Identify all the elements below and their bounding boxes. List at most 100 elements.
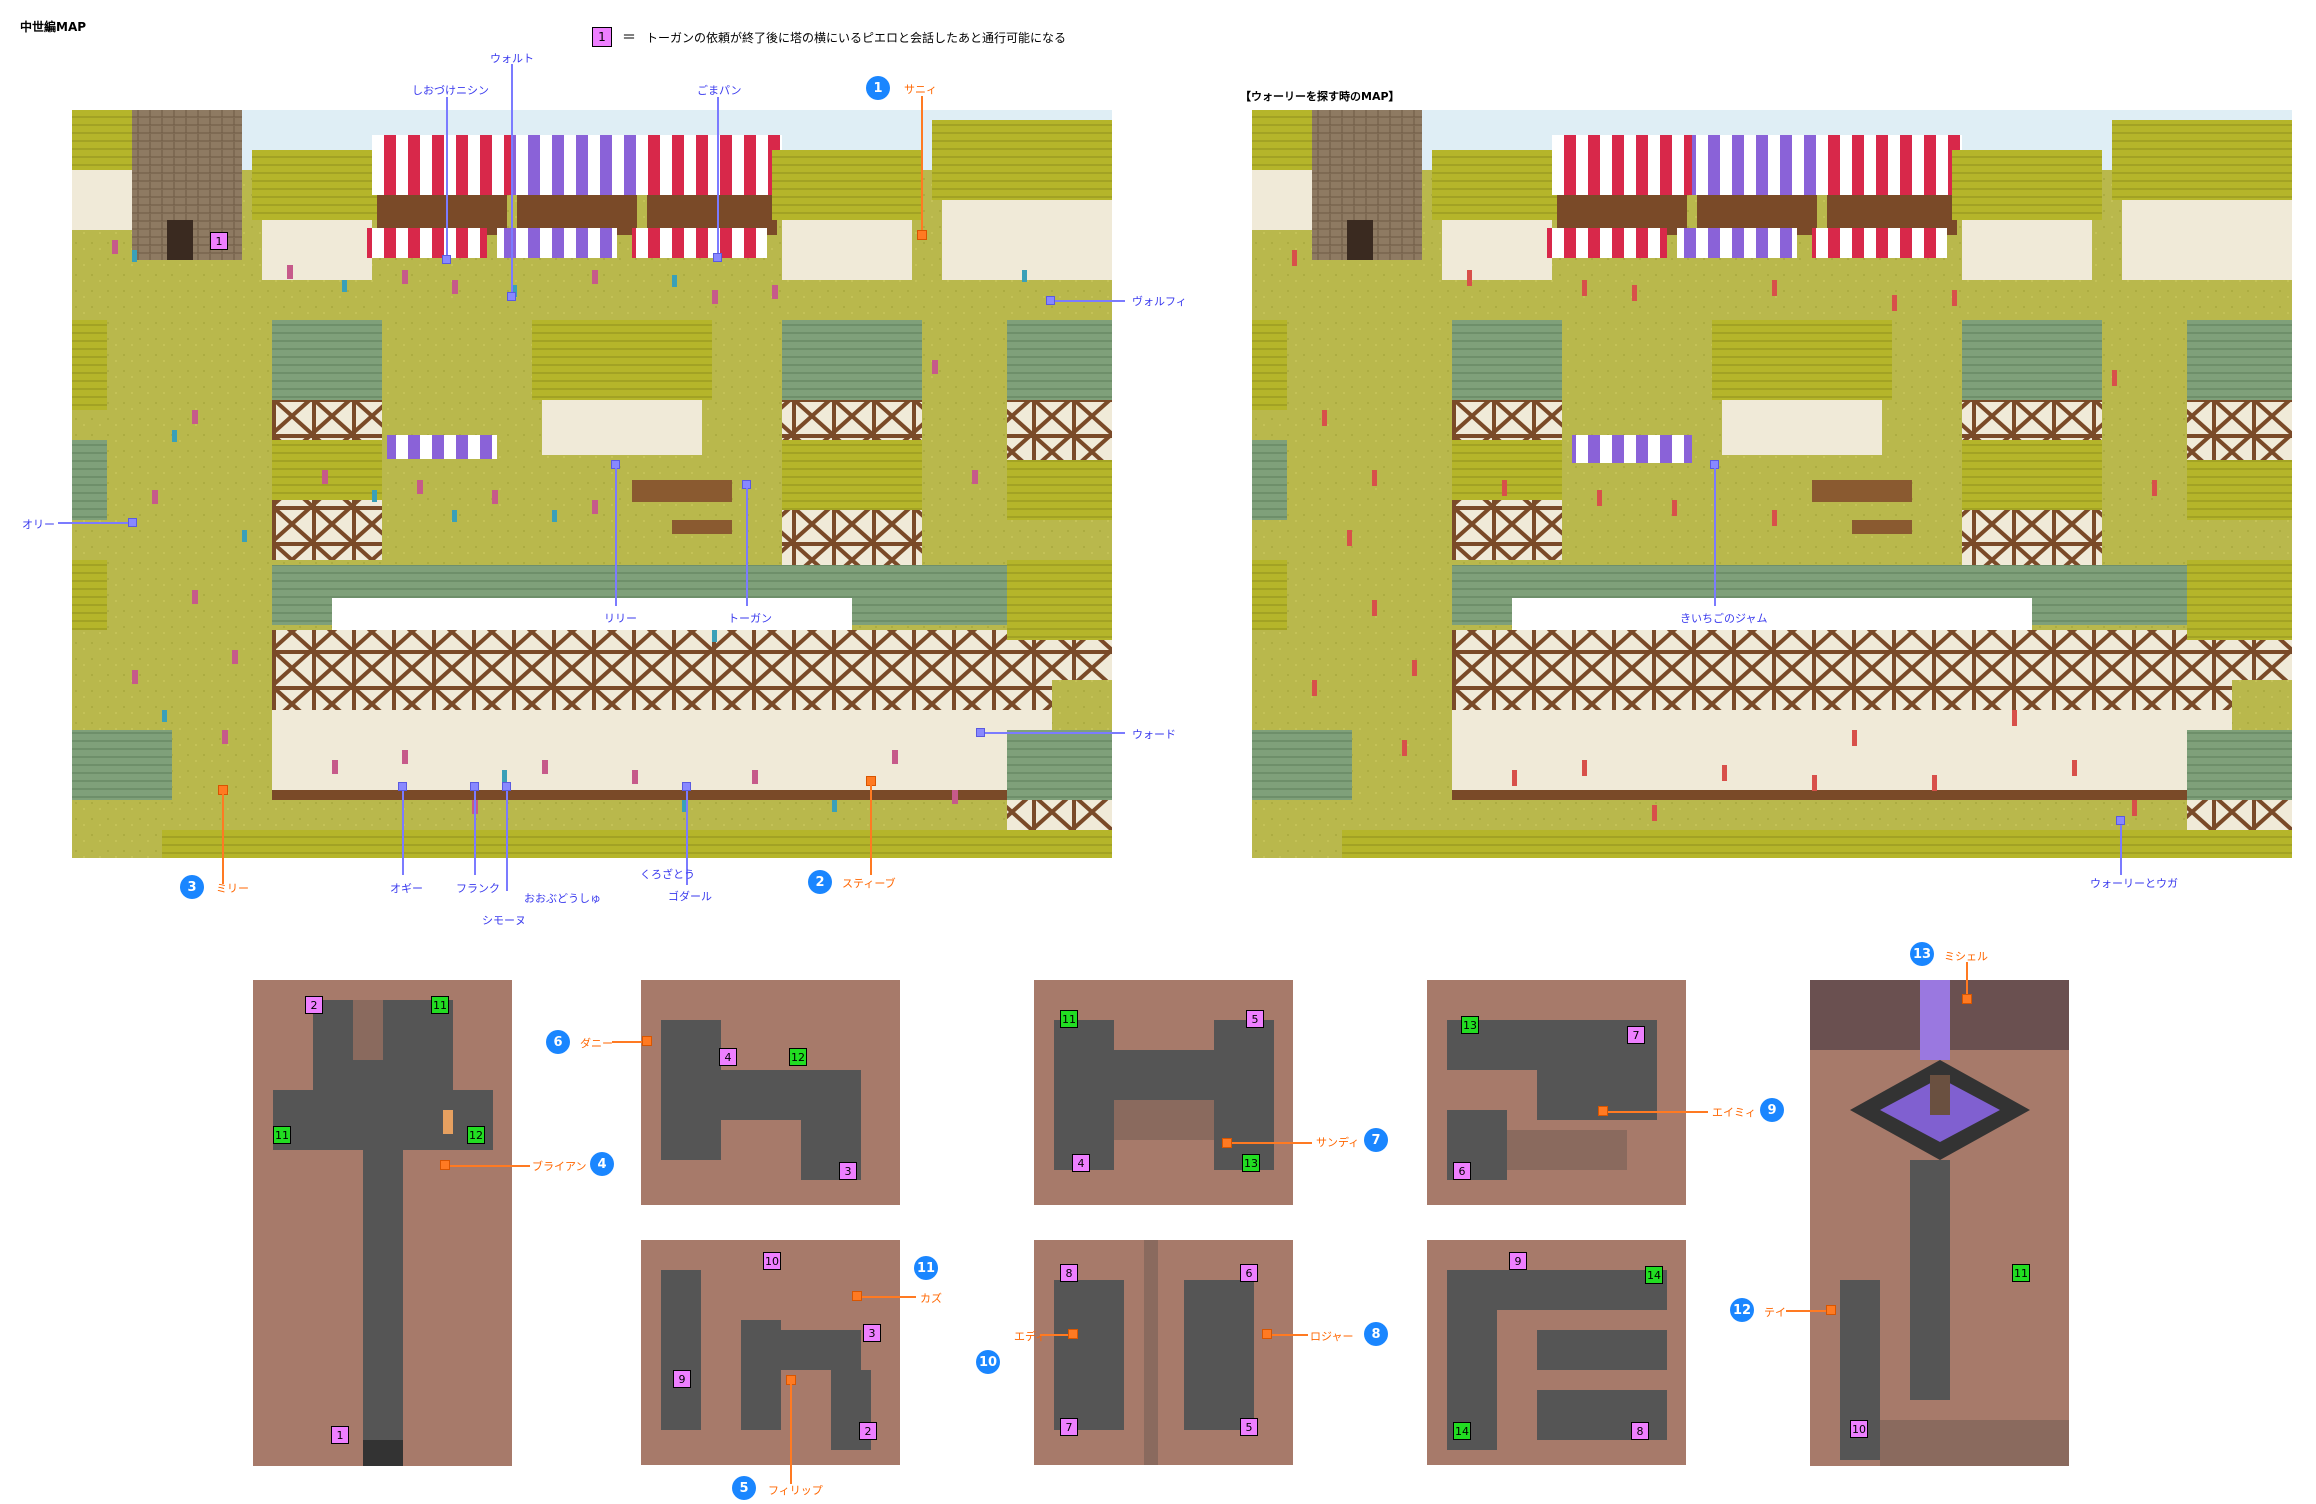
marker-roger <box>1262 1329 1272 1339</box>
room-marker-12b: 12 <box>789 1048 807 1066</box>
room-marker-5: 5 <box>1246 1010 1264 1028</box>
leader-jam <box>1714 468 1716 606</box>
leader-frank <box>474 791 476 875</box>
label-sandy: サンディ <box>1316 1136 1360 1149</box>
tower-room-entrance: 2 11 11 12 1 <box>253 980 512 1466</box>
badge-12: 12 <box>1730 1298 1754 1322</box>
label-olly: オリー <box>22 518 55 531</box>
tower-room-e: 8 6 7 5 <box>1034 1240 1293 1465</box>
badge-7: 7 <box>1364 1128 1388 1152</box>
label-lily: リリー <box>604 612 637 625</box>
marker-sani <box>917 230 927 240</box>
tower-room-top: 11 10 <box>1810 980 2069 1466</box>
room-marker-11b: 11 <box>273 1126 291 1144</box>
room-marker-8: 8 <box>1060 1264 1078 1282</box>
label-milly: ミリー <box>216 882 249 895</box>
label-godar: ゴダール <box>668 890 712 903</box>
legend: 1 ＝ トーガンの依頼が終了後に塔の横にいるピエロと会話したあと通行可能になる <box>592 27 1066 47</box>
leader-michel <box>1966 962 1968 996</box>
leader-wally <box>2120 825 2122 875</box>
room-marker-13b: 13 <box>1461 1016 1479 1034</box>
leader-walt <box>511 64 513 296</box>
label-frank: フランク <box>456 882 500 895</box>
room-marker-1: 1 <box>331 1426 349 1444</box>
label-oggy: オギー <box>390 882 423 895</box>
leader-sandy <box>1232 1142 1312 1144</box>
badge-4: 4 <box>590 1152 614 1176</box>
town-map-main <box>72 110 1112 858</box>
marker-michel <box>1962 994 1972 1004</box>
label-jam: きいちごのジャム <box>1680 612 1768 625</box>
label-simone: シモーヌ <box>482 914 526 927</box>
room-marker-9b: 9 <box>1509 1252 1527 1270</box>
badge-6: 6 <box>546 1030 570 1054</box>
room-art <box>641 980 900 1205</box>
legend-text: トーガンの依頼が終了後に塔の横にいるピエロと会話したあと通行可能になる <box>646 30 1067 45</box>
tower-room-f: 13 7 6 <box>1427 980 1686 1205</box>
marker-gomapan <box>713 253 722 262</box>
room-marker-2b: 2 <box>859 1422 877 1440</box>
room-marker-4: 4 <box>719 1048 737 1066</box>
room-marker-10: 10 <box>763 1252 781 1270</box>
marker-ward <box>976 728 985 737</box>
badge-3: 3 <box>180 875 204 899</box>
street-banner-2 <box>1512 598 2032 630</box>
marker-walt <box>507 292 516 301</box>
tower-room-b: 4 12 3 <box>641 980 900 1205</box>
marker-wally <box>2116 816 2125 825</box>
town-map-wally <box>1252 110 2292 858</box>
marker-eddie <box>1068 1329 1078 1339</box>
tower-room-g: 9 1 14 14 8 <box>1427 1240 1686 1465</box>
label-togan: トーガン <box>728 612 772 625</box>
room-marker-12: 12 <box>467 1126 485 1144</box>
label-eddie: エディ <box>1014 1330 1047 1343</box>
label-wolfie: ヴォルフィ <box>1132 295 1187 308</box>
label-sani: サニィ <box>904 83 937 96</box>
label-wally: ウォーリーとウガ <box>2090 877 2178 890</box>
room-marker-5b: 5 <box>1240 1418 1258 1436</box>
map2-title: 【ウォーリーを探す時のMAP】 <box>1240 90 1400 103</box>
street-banner <box>332 598 852 630</box>
leader-oggy <box>402 791 404 875</box>
marker-brian <box>440 1160 450 1170</box>
marker-olly <box>128 518 137 527</box>
marker-kaz <box>852 1291 862 1301</box>
room-marker-8b: 8 <box>1631 1422 1649 1440</box>
room-marker-11c: 11 <box>1060 1010 1078 1028</box>
label-roger: ロジャー <box>1310 1330 1354 1343</box>
marker-danny <box>642 1036 652 1046</box>
leader-brian <box>450 1165 530 1167</box>
leader-shiodzuke <box>446 97 448 259</box>
label-tei: テイ <box>1764 1306 1786 1319</box>
leader-sani <box>921 96 923 234</box>
room-marker-9: 9 <box>673 1370 691 1388</box>
label-amy: エイミィ <box>1712 1106 1756 1119</box>
marker-oobudou <box>502 782 511 791</box>
room-marker-13: 13 <box>1242 1154 1260 1172</box>
badge-10: 10 <box>976 1350 1000 1374</box>
room-marker-7: 7 <box>1060 1418 1078 1436</box>
leader-eddie <box>1040 1334 1068 1336</box>
marker-sandy <box>1222 1138 1232 1148</box>
badge-13: 13 <box>1910 942 1934 966</box>
room-marker-3b: 3 <box>863 1324 881 1342</box>
leader-kaz <box>860 1296 916 1298</box>
badge-11: 11 <box>914 1256 938 1280</box>
badge-5: 5 <box>732 1476 756 1500</box>
leader-roger <box>1272 1334 1308 1336</box>
label-ward: ウォード <box>1132 728 1176 741</box>
room-marker-2: 2 <box>305 996 323 1014</box>
room-art <box>1810 980 2069 1466</box>
room-marker-11a: 11 <box>431 996 449 1014</box>
leader-amy <box>1608 1111 1708 1113</box>
room-marker-4b: 4 <box>1072 1154 1090 1172</box>
legend-equals: ＝ <box>622 30 636 46</box>
badge-8: 8 <box>1364 1322 1388 1346</box>
leader-tei <box>1786 1310 1826 1312</box>
marker-amy <box>1598 1106 1608 1116</box>
town-map-main-art <box>72 110 1112 858</box>
label-kaz: カズ <box>920 1292 942 1305</box>
badge-2: 2 <box>808 870 832 894</box>
label-philip: フィリップ <box>768 1484 823 1497</box>
leader-gomapan <box>717 97 719 257</box>
